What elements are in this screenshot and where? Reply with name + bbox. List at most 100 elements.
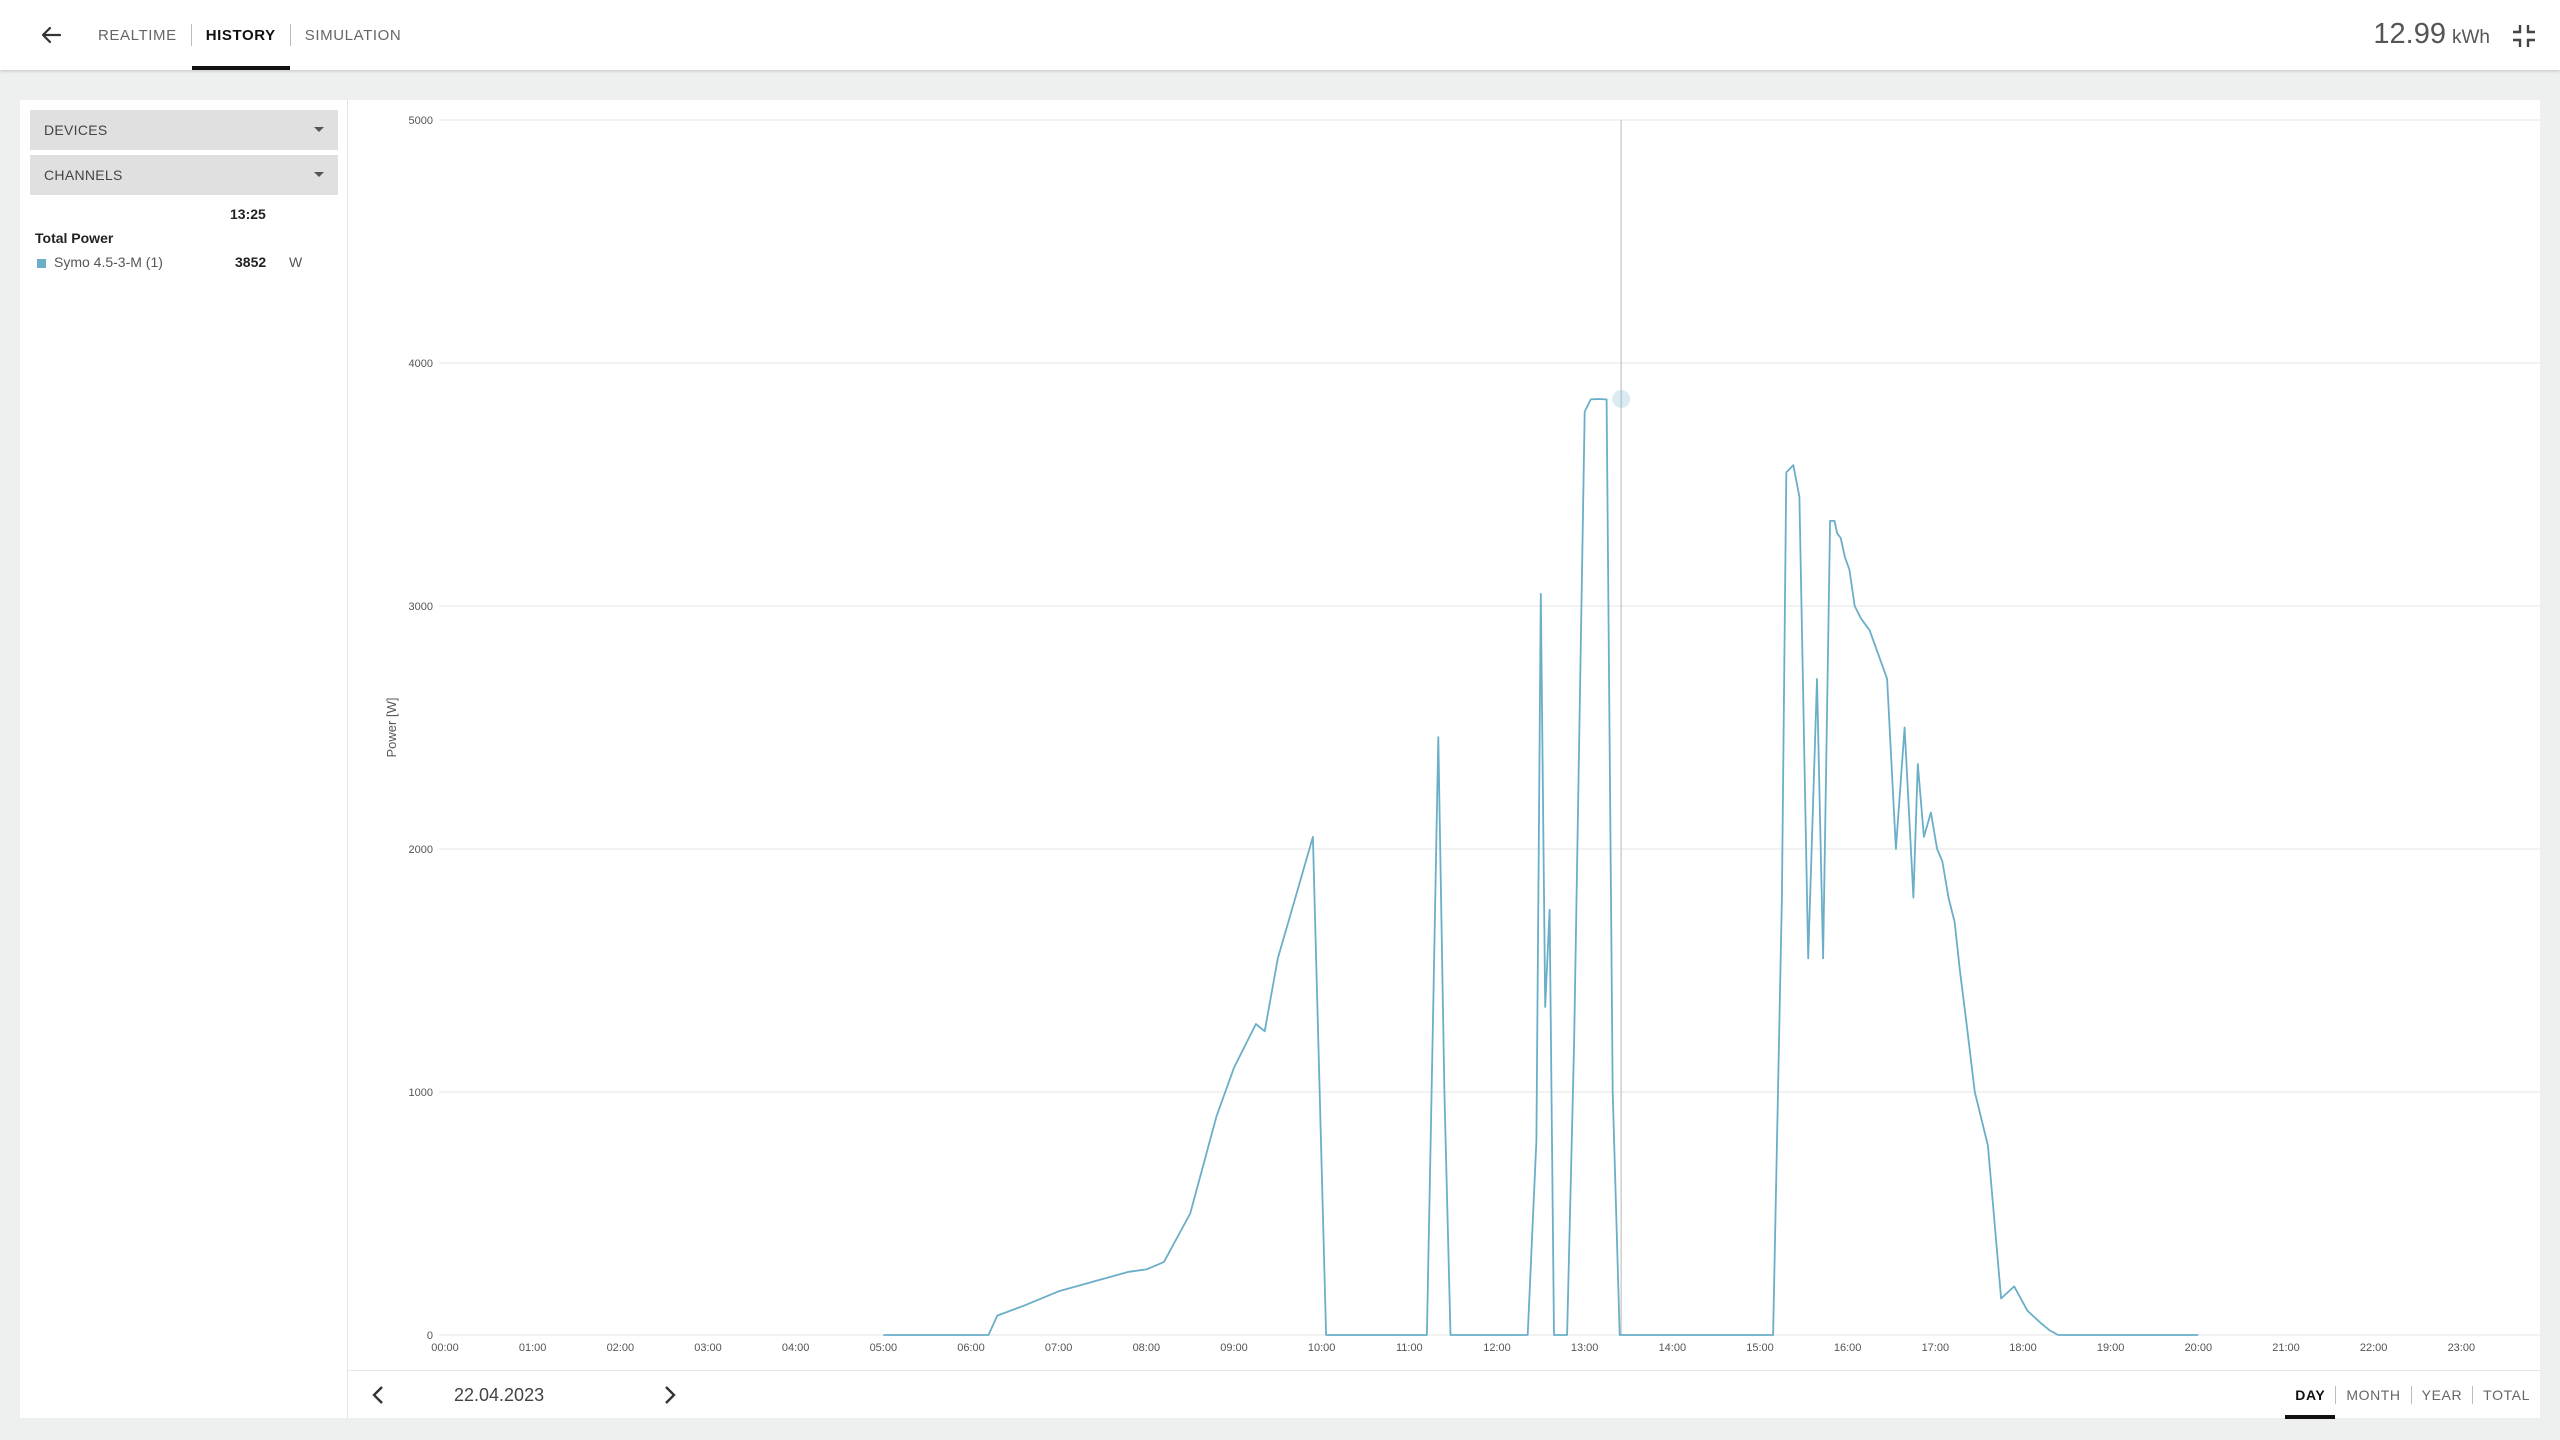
data-point <box>988 1334 990 1336</box>
caret-down-icon <box>314 172 324 177</box>
data-point <box>1128 1271 1130 1273</box>
x-tick-label: 14:00 <box>1659 1342 1687 1354</box>
channels-label: CHANNELS <box>44 167 123 183</box>
data-point <box>1816 678 1818 680</box>
data-point <box>1544 1006 1546 1008</box>
data-point <box>1215 1115 1217 1117</box>
data-point <box>996 1315 998 1317</box>
data-point <box>1606 398 1608 400</box>
devices-dropdown[interactable]: DEVICES <box>30 110 338 150</box>
power-chart[interactable]: 0 1000 2000 3000 4000 5000 00:00 01:00 02:00 03:0… <box>349 100 2540 1370</box>
current-date[interactable]: 22.04.2023 <box>454 1385 544 1406</box>
data-point <box>1590 398 1592 400</box>
y-tick-label: 3000 <box>409 601 433 613</box>
data-point <box>1058 1290 1060 1292</box>
data-point <box>1923 836 1925 838</box>
data-point <box>2048 1329 2050 1331</box>
data-point <box>1834 520 1836 522</box>
data-point <box>1535 1140 1537 1142</box>
data-point <box>2197 1334 2199 1336</box>
data-point <box>1632 1334 1634 1336</box>
x-tick-label: 17:00 <box>1922 1342 1950 1354</box>
data-point <box>1597 398 1599 400</box>
x-tick-label: 06:00 <box>957 1342 985 1354</box>
data-point <box>2013 1285 2015 1287</box>
x-tick-label: 00:00 <box>431 1342 459 1354</box>
data-point <box>1325 1334 1327 1336</box>
y-tick-label: 0 <box>427 1330 433 1342</box>
x-tick-label: 03:00 <box>694 1342 722 1354</box>
tab-realtime[interactable]: REALTIME <box>84 0 191 70</box>
legend-time: 13:25 <box>230 206 266 222</box>
x-tick-label: 15:00 <box>1746 1342 1774 1354</box>
chart-svg: 0 1000 2000 3000 4000 5000 00:00 01:00 02:00 03:0… <box>384 115 2540 1354</box>
data-point <box>2162 1334 2164 1336</box>
data-point <box>1987 1144 1989 1146</box>
data-point <box>1347 1334 1349 1336</box>
data-point <box>1785 471 1787 473</box>
data-point <box>1443 1091 1445 1093</box>
period-label: TOTAL <box>2483 1387 2530 1403</box>
period-day[interactable]: DAY <box>2285 1371 2336 1419</box>
tab-label: REALTIME <box>98 26 177 44</box>
data-point <box>1437 736 1439 738</box>
tab-simulation[interactable]: SIMULATION <box>291 0 416 70</box>
data-point <box>1294 897 1296 899</box>
data-point <box>1334 1334 1336 1336</box>
chevron-left-icon[interactable] <box>367 1383 391 1407</box>
x-tick-label: 07:00 <box>1045 1342 1073 1354</box>
data-point <box>1432 1018 1434 1020</box>
data-point <box>1792 464 1794 466</box>
data-point <box>1360 1334 1362 1336</box>
data-point <box>1145 1268 1147 1270</box>
fullscreen-exit-icon[interactable] <box>2510 22 2538 50</box>
data-point <box>1848 569 1850 571</box>
tab-history[interactable]: HISTORY <box>191 0 290 70</box>
data-point <box>1255 1023 1257 1025</box>
x-tick-label: 23:00 <box>2448 1342 2476 1354</box>
x-tick-label: 13:00 <box>1571 1342 1599 1354</box>
chevron-right-icon[interactable] <box>657 1383 681 1407</box>
data-point <box>1904 727 1906 729</box>
data-point <box>1540 593 1542 595</box>
data-point <box>2070 1334 2072 1336</box>
data-point <box>1527 1334 1529 1336</box>
data-point <box>2127 1334 2129 1336</box>
period-total[interactable]: TOTAL <box>2473 1371 2540 1419</box>
x-tick-label: 16:00 <box>1834 1342 1862 1354</box>
energy-total: 12.99 kWh <box>2373 18 2490 51</box>
data-point <box>1365 1334 1367 1336</box>
data-point <box>1798 496 1800 498</box>
period-year[interactable]: YEAR <box>2412 1371 2473 1419</box>
data-point <box>1233 1067 1235 1069</box>
history-panel: DEVICES CHANNELS 13:25 Total Power Symo … <box>20 100 2540 1419</box>
data-point <box>1807 957 1809 959</box>
data-point <box>1844 556 1846 558</box>
data-point <box>1912 897 1914 899</box>
data-point <box>1936 848 1938 850</box>
x-tick-label: 18:00 <box>2009 1342 2037 1354</box>
channels-dropdown[interactable]: CHANNELS <box>30 155 338 195</box>
data-point <box>1628 1334 1630 1336</box>
x-tick-label: 08:00 <box>1133 1342 1161 1354</box>
data-point <box>1954 921 1956 923</box>
period-month[interactable]: MONTH <box>2336 1371 2410 1419</box>
hover-marker <box>1612 389 1631 408</box>
data-point <box>1426 1334 1428 1336</box>
data-point <box>1549 909 1551 911</box>
x-tick-label: 01:00 <box>519 1342 547 1354</box>
legend-item[interactable]: Symo 4.5-3-M (1) 3852 W <box>37 254 337 272</box>
data-point <box>1277 957 1279 959</box>
data-point <box>1947 897 1949 899</box>
arrow-left-icon[interactable] <box>34 18 68 52</box>
top-app-bar: REALTIME HISTORY SIMULATION 12.99 kWh <box>0 0 2560 70</box>
period-tabs: DAY MONTH YEAR TOTAL <box>2285 1371 2540 1419</box>
data-point <box>2000 1298 2002 1300</box>
data-point <box>1619 1334 1621 1336</box>
tab-label: SIMULATION <box>304 26 402 44</box>
data-point <box>1959 970 1961 972</box>
data-point <box>2040 1322 2042 1324</box>
period-label: YEAR <box>2421 1387 2463 1403</box>
legend-group-title: Total Power <box>35 230 114 246</box>
y-tick-label: 1000 <box>409 1087 433 1099</box>
